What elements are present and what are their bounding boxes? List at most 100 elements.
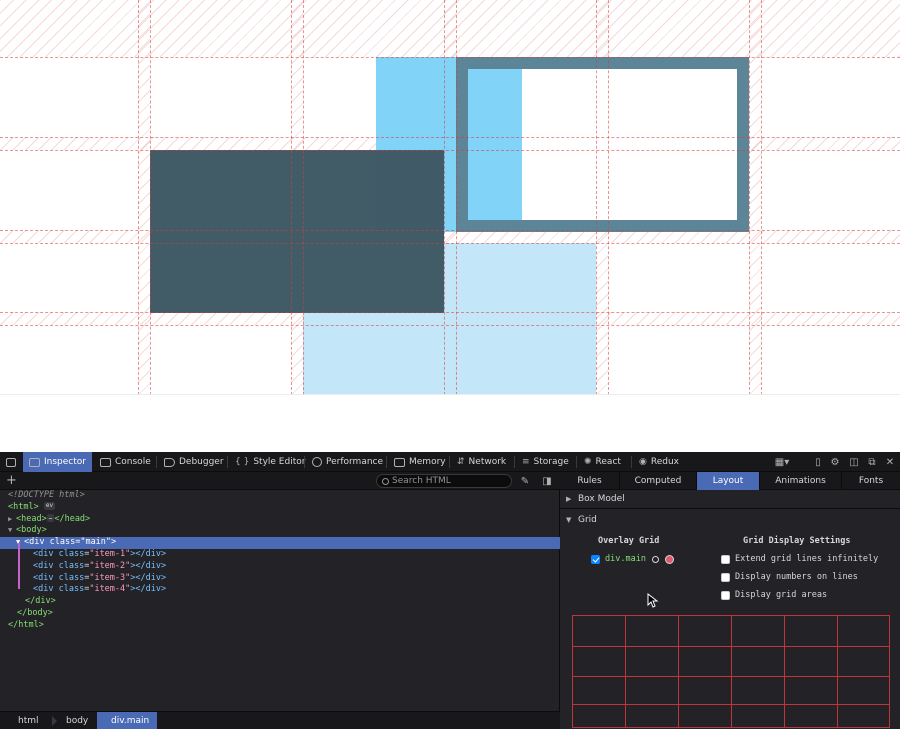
display-numbers-checkbox[interactable] [721,572,730,582]
grid-overlay-item[interactable]: div.main [591,554,674,564]
markup-line-selected[interactable]: ▼<div class="main"> [0,537,560,549]
sidebar-tabs: Rules Computed Layout Animations Fonts [560,472,900,490]
tab-fonts[interactable]: Fonts [842,472,900,490]
breadcrumb-div-main[interactable]: div.main [97,712,158,729]
display-areas-option[interactable]: Display grid areas [721,590,827,600]
grid-overlay-checkbox[interactable] [591,554,600,564]
device-icon: ▯ [815,456,821,468]
search-html-box[interactable] [376,474,512,488]
attr-name: class [49,537,76,548]
extend-lines-option[interactable]: Extend grid lines infinitely [721,554,878,564]
tab-inspector[interactable]: Inspector [23,452,92,472]
undock-icon: ⧉ [868,456,876,468]
tab-label: React [595,457,621,467]
grid-color-swatch[interactable] [664,554,674,564]
tab-label: Rules [577,476,602,486]
display-numbers-option[interactable]: Display numbers on lines [721,572,858,582]
tab-storage[interactable]: ≡ Storage [516,452,575,472]
tab-debugger[interactable]: Debugger [158,452,230,472]
toolbar-separator [304,456,305,468]
markup-line[interactable]: </html> [0,620,560,632]
expand-icon[interactable]: ▶ [8,514,16,526]
breadcrumb-body[interactable]: body [66,712,88,729]
add-node-icon[interactable]: + [6,473,17,488]
toolbar-separator [156,456,157,468]
breadcrumb-html[interactable]: html [18,712,39,729]
section-title: Box Model [578,494,625,504]
indent-guide [18,543,20,589]
braces-icon: { } [235,457,250,467]
tab-layout[interactable]: Layout [697,472,760,490]
attr-name: class [58,548,85,559]
tag-name: div [38,572,54,583]
tab-animations[interactable]: Animations [760,472,842,490]
markup-line[interactable]: <div class="item-2"></div> [0,561,560,573]
crosshair-icon[interactable] [651,555,660,564]
markup-pane: + ✎ ◨ <!DOCTYPE html> <html> ev ▶<head>…… [0,472,560,729]
div-close-tag: </div> [25,596,56,607]
tab-react[interactable]: ✺ React [578,452,627,472]
markup-line[interactable]: </body> [0,608,560,620]
debugger-icon [164,457,175,467]
markup-line[interactable]: </div> [0,596,560,608]
tab-label: Style Editor [253,457,306,467]
collapse-icon[interactable]: ▼ [8,525,16,537]
markup-line[interactable]: ▼ <body> [0,525,560,537]
grid-outline-line [678,616,679,727]
tab-style-editor[interactable]: { } Style Editor [229,452,311,472]
toolbar-separator [576,456,577,468]
head-tag: <head> [16,513,47,524]
markup-line[interactable]: <div class="item-1"></div> [0,549,560,561]
breadcrumb-label: div.main [111,716,150,726]
undock-button[interactable]: ⧉ [864,452,880,472]
element-picker-button[interactable] [0,452,22,472]
markup-line[interactable]: <div class="item-4"></div> [0,584,560,596]
breadcrumb-label: html [18,716,39,726]
grid-item-3 [456,57,749,232]
dock-icon: ◫ [849,456,859,468]
toggle-sidebar-icon[interactable]: ◨ [540,474,554,488]
search-html-input[interactable] [392,476,502,486]
breadcrumb-label: body [66,716,89,726]
tag-name: div [38,560,54,571]
tab-redux[interactable]: ◉ Redux [633,452,685,472]
option-label: Display grid areas [735,590,828,600]
overlay-grid-title: Overlay Grid [598,536,660,546]
grid-line [596,0,597,395]
tab-network[interactable]: ⇵ Network [451,452,512,472]
close-button[interactable]: ✕ [882,452,898,472]
tab-computed[interactable]: Computed [620,472,697,490]
responsive-icon: ▦▾ [774,456,790,468]
attr-value: "item-3" [89,572,131,583]
attr-name: class [58,560,85,571]
markup-line[interactable]: <!DOCTYPE html> [0,490,560,502]
markup-line[interactable]: <html> ev [0,502,560,514]
markup-line[interactable]: ▶ <head>… </head> [0,514,560,526]
grid-outline-preview[interactable] [572,615,890,728]
attr-value: "item-4" [89,584,131,595]
tab-label: Computed [634,476,682,486]
tab-rules[interactable]: Rules [560,472,620,490]
responsive-button[interactable]: ▦▾ [772,452,792,472]
dock-button[interactable]: ◫ [846,452,862,472]
device-button[interactable]: ▯ [810,452,826,472]
tab-label: Fonts [858,476,884,486]
event-badge[interactable]: ev [43,502,56,511]
tab-label: Memory [409,457,446,467]
attr-name: class [58,584,85,595]
toolbar-separator [514,456,515,468]
display-areas-checkbox[interactable] [721,590,730,600]
tab-console[interactable]: Console [94,452,157,472]
box-model-section[interactable]: ▶ Box Model [560,490,900,509]
breadcrumb: html body div.main [0,711,560,729]
toolbar-separator [449,456,450,468]
markup-line[interactable]: <div class="item-3"></div> [0,573,560,585]
sidebar-pane: Rules Computed Layout Animations Fonts ▶… [560,472,900,729]
settings-button[interactable]: ⚙ [827,452,843,472]
tag-name: div [145,584,161,595]
extend-lines-checkbox[interactable] [721,554,730,564]
tab-memory[interactable]: Memory [388,452,452,472]
grid-section[interactable]: ▼ Grid [560,510,900,529]
tab-performance[interactable]: Performance [306,452,389,472]
eyedropper-icon[interactable]: ✎ [518,474,532,488]
